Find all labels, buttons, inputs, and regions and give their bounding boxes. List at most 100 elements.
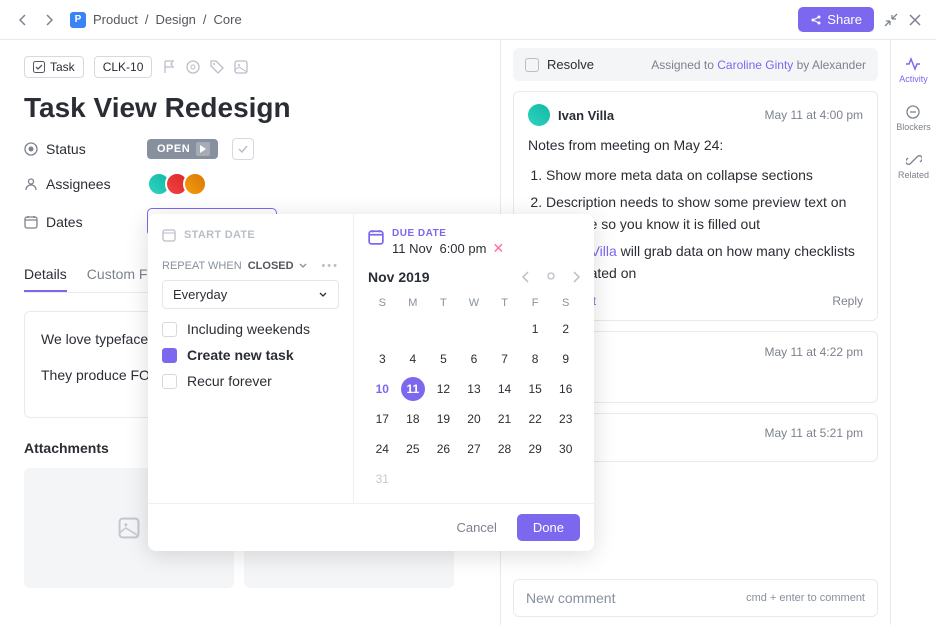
calendar-icon xyxy=(368,229,384,245)
calendar-day[interactable]: 1 xyxy=(523,317,547,341)
task-title[interactable]: Task View Redesign xyxy=(24,92,476,124)
status-icon xyxy=(24,142,38,156)
avatar[interactable] xyxy=(183,172,207,196)
calendar-day[interactable]: 4 xyxy=(401,347,425,371)
calendar-day[interactable]: 21 xyxy=(493,407,517,431)
calendar-day[interactable]: 9 xyxy=(554,347,578,371)
share-icon xyxy=(810,14,822,26)
breadcrumb: P Product/ Design/ Core xyxy=(70,12,242,28)
done-button[interactable]: Done xyxy=(517,514,580,541)
assignee-link[interactable]: Caroline Ginty xyxy=(717,58,793,72)
close-icon[interactable] xyxy=(908,13,922,27)
calendar-day[interactable]: 15 xyxy=(523,377,547,401)
calendar-day[interactable]: 31 xyxy=(370,467,394,491)
calendar-day[interactable]: 3 xyxy=(370,347,394,371)
assigned-to-text: Assigned to Caroline Ginty by Alexander xyxy=(651,58,866,72)
rail-activity[interactable]: Activity xyxy=(899,56,928,84)
calendar-day[interactable]: 12 xyxy=(431,377,455,401)
calendar-day[interactable]: 28 xyxy=(493,437,517,461)
calendar-day[interactable]: 25 xyxy=(401,437,425,461)
calendar-day[interactable]: 14 xyxy=(493,377,517,401)
comment-timestamp: May 11 at 4:00 pm xyxy=(765,108,864,122)
calendar-day[interactable]: 26 xyxy=(431,437,455,461)
calendar-day[interactable]: 29 xyxy=(523,437,547,461)
person-icon xyxy=(24,177,38,191)
back-button[interactable] xyxy=(14,11,32,29)
calendar-day[interactable]: 20 xyxy=(462,407,486,431)
calendar-day[interactable]: 6 xyxy=(462,347,486,371)
breadcrumb-item[interactable]: Product xyxy=(93,12,138,27)
tab-details[interactable]: Details xyxy=(24,258,67,292)
calendar-day[interactable]: 22 xyxy=(523,407,547,431)
more-icon[interactable]: ••• xyxy=(321,260,339,272)
calendar-day[interactable]: 16 xyxy=(554,377,578,401)
comment-timestamp: May 11 at 5:21 pm xyxy=(765,426,864,440)
option-including-weekends[interactable]: Including weekends xyxy=(162,321,339,337)
cancel-button[interactable]: Cancel xyxy=(442,514,510,541)
blockers-icon xyxy=(905,104,921,120)
rail-related[interactable]: Related xyxy=(898,152,929,180)
flag-icon[interactable] xyxy=(162,60,176,74)
rail-blockers[interactable]: Blockers xyxy=(896,104,931,132)
due-date-label: DUE DATE xyxy=(392,228,504,239)
frequency-select[interactable]: Everyday xyxy=(162,280,339,309)
calendar-day[interactable]: 7 xyxy=(493,347,517,371)
minimize-icon[interactable] xyxy=(884,13,898,27)
task-id-badge[interactable]: CLK-10 xyxy=(94,56,153,78)
comment-author[interactable]: Ivan Villa xyxy=(558,108,614,123)
checkbox[interactable] xyxy=(162,322,177,337)
calendar-day[interactable]: 30 xyxy=(554,437,578,461)
prev-month-icon[interactable] xyxy=(522,271,530,283)
today-icon[interactable] xyxy=(546,271,556,283)
calendar-day[interactable]: 19 xyxy=(431,407,455,431)
repeat-header[interactable]: REPEAT WHEN CLOSED ••• xyxy=(162,260,339,272)
calendar-day[interactable]: 8 xyxy=(523,347,547,371)
calendar-grid: SMTWTFS 12 3456789 10111213141516 171819… xyxy=(368,293,580,493)
resolve-checkbox[interactable] xyxy=(525,58,539,72)
calendar-day[interactable]: 24 xyxy=(370,437,394,461)
space-icon: P xyxy=(70,12,86,28)
forward-button[interactable] xyxy=(40,11,58,29)
status-badge[interactable]: OPEN xyxy=(147,139,218,159)
calendar-day[interactable]: 2 xyxy=(554,317,578,341)
calendar-icon xyxy=(162,228,176,242)
share-button[interactable]: Share xyxy=(798,7,874,32)
new-comment-input[interactable]: New comment cmd + enter to comment xyxy=(513,579,878,617)
task-type-badge[interactable]: Task xyxy=(24,56,84,78)
avatar[interactable] xyxy=(528,104,550,126)
start-date-button[interactable]: START DATE xyxy=(162,228,339,242)
advance-status-icon[interactable] xyxy=(196,142,210,156)
option-create-new-task[interactable]: Create new task xyxy=(162,347,339,363)
chevron-down-icon xyxy=(298,261,308,271)
checkbox-checked[interactable] xyxy=(162,348,177,363)
activity-icon xyxy=(905,56,921,72)
breadcrumb-item[interactable]: Design xyxy=(155,12,195,27)
calendar-day[interactable]: 13 xyxy=(462,377,486,401)
calendar-day[interactable]: 17 xyxy=(370,407,394,431)
assignee-avatars[interactable] xyxy=(147,172,207,196)
calendar-day-today[interactable]: 10 xyxy=(370,377,394,401)
calendar-day[interactable]: 18 xyxy=(401,407,425,431)
calendar-day[interactable]: 27 xyxy=(462,437,486,461)
resolve-bar: Resolve Assigned to Caroline Ginty by Al… xyxy=(513,48,878,81)
calendar-day[interactable]: 23 xyxy=(554,407,578,431)
next-month-icon[interactable] xyxy=(572,271,580,283)
option-recur-forever[interactable]: Recur forever xyxy=(162,373,339,389)
comment-timestamp: May 11 at 4:22 pm xyxy=(765,345,864,359)
status-label: Status xyxy=(46,141,86,157)
tag-icon[interactable] xyxy=(210,60,224,74)
calendar-icon xyxy=(24,215,38,229)
time-icon[interactable] xyxy=(186,60,200,74)
calendar-day[interactable]: 5 xyxy=(431,347,455,371)
keyboard-hint: cmd + enter to comment xyxy=(746,592,865,604)
dates-label: Dates xyxy=(46,214,83,230)
checkbox[interactable] xyxy=(162,374,177,389)
calendar-day-selected[interactable]: 11 xyxy=(401,377,425,401)
calendar-month: Nov 2019 xyxy=(368,269,429,285)
complete-checkbox[interactable] xyxy=(232,138,254,160)
image-icon[interactable] xyxy=(234,60,248,74)
due-date-value[interactable]: 11 Nov 6:00 pm✕ xyxy=(392,240,504,257)
clear-due-icon[interactable]: ✕ xyxy=(492,240,504,256)
breadcrumb-item[interactable]: Core xyxy=(214,12,242,27)
reply-action[interactable]: Reply xyxy=(832,294,863,308)
